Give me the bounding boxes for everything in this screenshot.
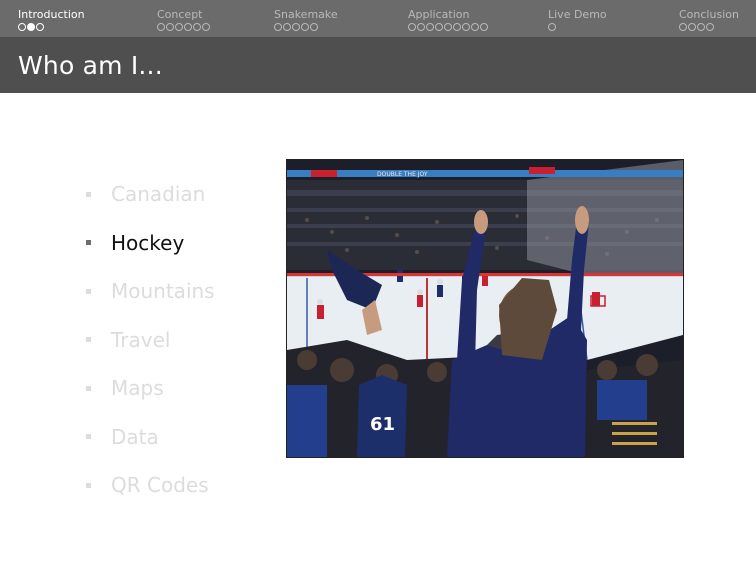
jersey-number: 61 — [370, 414, 395, 435]
bullet-text: Hockey — [111, 230, 185, 255]
bullet-item: Data — [86, 413, 215, 462]
nav-section-label: Concept — [157, 8, 203, 21]
arena-banner-text: DOUBLE THE JOY — [377, 171, 428, 178]
bullet-text: Data — [111, 424, 159, 449]
nav-frame-dot-icon[interactable] — [480, 23, 488, 31]
nav-frame-dot-icon[interactable] — [27, 23, 35, 31]
nav-frame-dot-icon[interactable] — [283, 23, 291, 31]
nav-section-conclusion[interactable]: Conclusion — [679, 8, 739, 31]
nav-section-label: Introduction — [18, 8, 85, 21]
nav-dots — [408, 23, 488, 31]
frame-title: Who am I... — [18, 51, 163, 80]
nav-section-label: Snakemake — [274, 8, 338, 21]
bullet-marker-icon — [86, 385, 91, 391]
nav-dots — [548, 23, 607, 31]
bullet-marker-icon — [86, 337, 91, 343]
nav-frame-dot-icon[interactable] — [426, 23, 434, 31]
nav-frame-dot-icon[interactable] — [417, 23, 425, 31]
nav-frame-dot-icon[interactable] — [697, 23, 705, 31]
frame-title-bar: Who am I... — [0, 37, 756, 93]
nav-dots — [18, 23, 85, 31]
bullet-item: Canadian — [86, 170, 215, 219]
bullet-text: QR Codes — [111, 473, 209, 498]
section-navigation: Introduction Concept Snakemake Applicati… — [0, 0, 756, 37]
bullet-item: Hockey — [86, 219, 215, 268]
bullet-text: Canadian — [111, 182, 206, 207]
nav-frame-dot-icon[interactable] — [301, 23, 309, 31]
nav-section-label: Application — [408, 8, 470, 21]
bullet-text: Travel — [111, 327, 171, 352]
nav-frame-dot-icon[interactable] — [706, 23, 714, 31]
bullet-item: Maps — [86, 364, 215, 413]
hockey-arena-image: DOUBLE THE JOY 61 — [287, 160, 683, 457]
bullet-marker-icon — [86, 191, 91, 197]
bullet-item: QR Codes — [86, 461, 215, 510]
nav-frame-dot-icon[interactable] — [157, 23, 165, 31]
bullet-text: Maps — [111, 376, 164, 401]
nav-dots — [274, 23, 338, 31]
nav-section-application[interactable]: Application — [408, 8, 488, 31]
nav-frame-dot-icon[interactable] — [202, 23, 210, 31]
nav-frame-dot-icon[interactable] — [444, 23, 452, 31]
nav-dots — [157, 23, 210, 31]
nav-frame-dot-icon[interactable] — [679, 23, 687, 31]
bullet-marker-icon — [86, 482, 91, 488]
bullet-marker-icon — [86, 434, 91, 440]
nav-frame-dot-icon[interactable] — [166, 23, 174, 31]
bullet-text: Mountains — [111, 279, 215, 304]
nav-section-live-demo[interactable]: Live Demo — [548, 8, 607, 31]
nav-section-introduction[interactable]: Introduction — [18, 8, 85, 31]
nav-section-label: Conclusion — [679, 8, 739, 21]
nav-section-label: Live Demo — [548, 8, 607, 21]
nav-frame-dot-icon[interactable] — [175, 23, 183, 31]
bullet-marker-icon — [86, 288, 91, 294]
bullet-marker-icon — [86, 240, 91, 246]
nav-frame-dot-icon[interactable] — [310, 23, 318, 31]
nav-frame-dot-icon[interactable] — [435, 23, 443, 31]
nav-frame-dot-icon[interactable] — [292, 23, 300, 31]
nav-frame-dot-icon[interactable] — [408, 23, 416, 31]
bullet-item: Mountains — [86, 267, 215, 316]
nav-frame-dot-icon[interactable] — [274, 23, 282, 31]
nav-frame-dot-icon[interactable] — [193, 23, 201, 31]
nav-frame-dot-icon[interactable] — [471, 23, 479, 31]
bullet-list: Canadian Hockey Mountains Travel Maps Da… — [86, 170, 215, 510]
nav-frame-dot-icon[interactable] — [36, 23, 44, 31]
nav-frame-dot-icon[interactable] — [688, 23, 696, 31]
hockey-photo: DOUBLE THE JOY 61 — [286, 159, 684, 458]
bullet-item: Travel — [86, 316, 215, 365]
nav-frame-dot-icon[interactable] — [462, 23, 470, 31]
nav-frame-dot-icon[interactable] — [184, 23, 192, 31]
nav-dots — [679, 23, 739, 31]
nav-frame-dot-icon[interactable] — [453, 23, 461, 31]
nav-section-snakemake[interactable]: Snakemake — [274, 8, 338, 31]
nav-frame-dot-icon[interactable] — [548, 23, 556, 31]
nav-section-concept[interactable]: Concept — [157, 8, 210, 31]
nav-frame-dot-icon[interactable] — [18, 23, 26, 31]
